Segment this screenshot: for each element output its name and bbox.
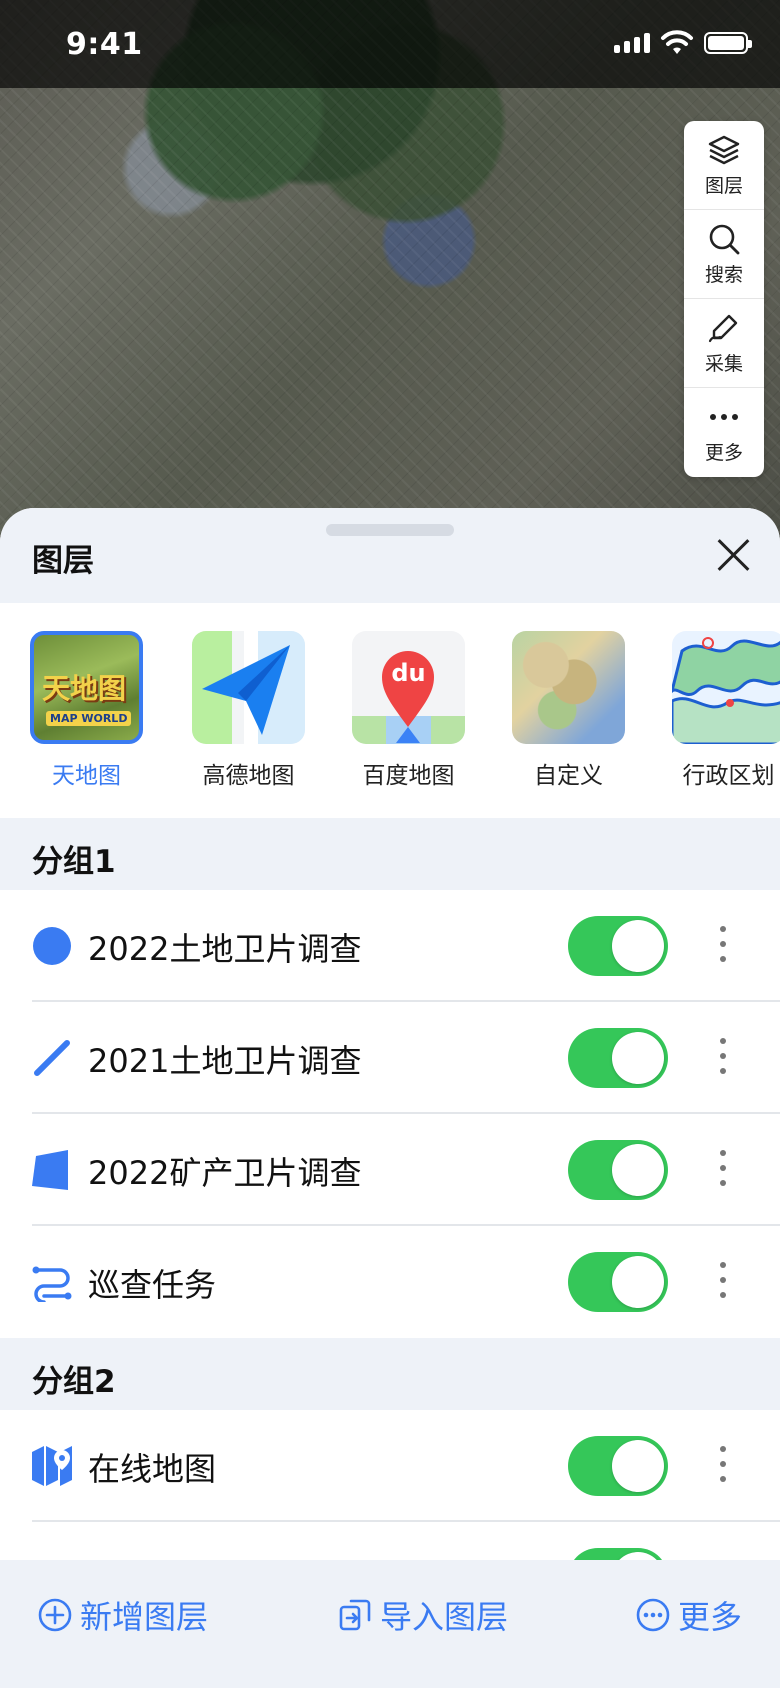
polygon-layer-icon [32,1150,68,1190]
add-layer-label: 新增图层 [80,1598,209,1636]
group-title: 分组2 [32,1364,116,1400]
basemap-name: 行政区划 [682,763,775,789]
import-icon [339,1599,371,1631]
bottom-action-bar: 新增图层 导入图层 更多 [0,1560,780,1688]
point-layer-icon [33,927,71,965]
basemap-tianditu[interactable]: 天地图 MAP WORLD 天地图 [30,631,143,790]
wifi-icon [661,30,693,54]
import-layer-button[interactable]: 导入图层 [338,1592,508,1638]
admin-thumbnail [672,631,780,744]
toolbar-layers-button[interactable]: 图层 [684,121,764,210]
status-bar: 9:41 [0,0,780,88]
layer-row[interactable]: 巡查任务 [0,1226,780,1338]
basemap-name: 百度地图 [362,763,455,789]
baidu-logo-text: du [391,659,426,687]
tianditu-logo-text: 天地图 [42,672,127,705]
layer-name: 2022土地卫片调查 [88,930,362,968]
baidu-thumbnail: du [352,631,465,744]
basemap-amap[interactable]: 高德地图 [192,631,305,790]
layer-name: 巡查任务 [88,1266,217,1304]
status-icons [614,30,752,56]
drag-handle[interactable] [326,524,454,536]
layers-icon [708,135,740,164]
layer-row[interactable]: 2022矿产卫片调查 [0,1114,780,1226]
toolbar-collect-button[interactable]: 采集 [684,299,764,388]
online-map-icon [32,1446,72,1486]
basemap-baidu[interactable]: du 百度地图 [352,631,465,790]
pen-icon [708,314,738,342]
toolbar-more-label: 更多 [704,442,743,464]
layer-row[interactable]: 2022土地卫片调查 [0,890,780,1002]
map-pin-icon [382,651,434,743]
route-layer-icon [32,1266,72,1302]
layer-name: 2021土地卫片调查 [88,1042,362,1080]
sheet-title: 图层 [32,543,94,579]
layer-row[interactable]: 2021土地卫片调查 [0,1002,780,1114]
more-circle-icon [636,1598,670,1632]
layer-more-icon[interactable] [716,1446,730,1486]
toolbar-search-button[interactable]: 搜索 [684,210,764,299]
basemap-admin[interactable]: 行政区划 [672,631,780,790]
layer-row[interactable]: 在线地图 [0,1410,780,1522]
layer-more-icon[interactable] [716,1150,730,1190]
toolbar-search-label: 搜索 [704,263,743,286]
toolbar-collect-label: 采集 [704,352,743,375]
amap-thumbnail [192,631,305,744]
custom-thumbnail [512,631,625,744]
layer-name: 2022矿产卫片调查 [88,1154,362,1192]
layer-more-icon[interactable] [716,926,730,966]
add-circle-icon [38,1598,72,1632]
layers-sheet: 图层 天地图 MAP WORLD 天地图 高德地图 du 百度地图 自定义 行政… [0,508,780,1688]
toolbar-layers-label: 图层 [704,174,743,197]
sheet-header: 图层 [0,508,780,603]
basemap-name: 天地图 [52,763,121,789]
battery-icon [704,32,752,54]
layer-visibility-toggle[interactable] [568,1140,668,1200]
basemap-custom[interactable]: 自定义 [512,631,625,790]
layer-visibility-toggle[interactable] [568,1252,668,1312]
toolbar-more-button[interactable]: 更多 [684,388,764,477]
close-icon[interactable] [716,538,750,572]
search-icon [709,224,740,254]
more-actions-button[interactable]: 更多 [636,1592,742,1638]
line-layer-icon [34,1040,70,1076]
more-actions-label: 更多 [678,1598,743,1636]
tianditu-logo-subtext: MAP WORLD [46,711,132,726]
add-layer-button[interactable]: 新增图层 [38,1592,208,1638]
group-header: 分组1 [0,818,780,890]
map-toolbar: 图层 搜索 采集 更多 [684,121,764,477]
group-title: 分组1 [32,844,116,880]
basemap-selector: 天地图 MAP WORLD 天地图 高德地图 du 百度地图 自定义 行政区划 [0,603,780,818]
layer-visibility-toggle[interactable] [568,1436,668,1496]
layer-more-icon[interactable] [716,1262,730,1302]
layer-visibility-toggle[interactable] [568,916,668,976]
status-time: 9:41 [66,27,143,62]
basemap-name: 自定义 [534,763,603,789]
tianditu-thumbnail: 天地图 MAP WORLD [30,631,143,744]
layer-more-icon[interactable] [716,1038,730,1078]
group-header: 分组2 [0,1338,780,1410]
more-icon [710,414,738,420]
layer-visibility-toggle[interactable] [568,1028,668,1088]
import-layer-label: 导入图层 [380,1598,509,1636]
basemap-name: 高德地图 [202,763,295,789]
signal-icon [614,33,650,53]
layer-name: 在线地图 [88,1450,217,1488]
paper-plane-icon [202,645,290,735]
